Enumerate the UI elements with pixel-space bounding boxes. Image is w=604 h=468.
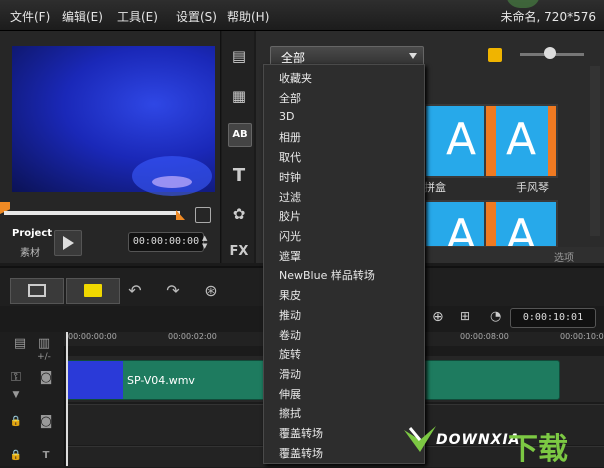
watermark-sub: 下载 xyxy=(508,432,568,467)
undo-icon[interactable]: ↶ xyxy=(124,281,146,301)
dropdown-item-all[interactable]: 全部 xyxy=(279,90,301,106)
transition-thumb-1-caption: 拼盒 xyxy=(424,181,446,194)
fit-timeline-icon[interactable]: ⊞ xyxy=(460,309,470,323)
dropdown-item-overlay-2[interactable]: 覆盖转场 xyxy=(279,445,323,461)
watermark-logo-top xyxy=(506,0,540,8)
dropdown-item-push[interactable]: 推动 xyxy=(279,307,301,323)
transition-thumb-2-caption: 手风琴 xyxy=(516,181,549,194)
dropdown-item-peel[interactable]: 果皮 xyxy=(279,287,301,303)
menu-file[interactable]: 文件(F) xyxy=(10,8,50,25)
dropdown-item-mask[interactable]: 遮罩 xyxy=(279,248,301,264)
chapter-icon[interactable]: ▥ xyxy=(34,336,54,352)
dropdown-item-favorites[interactable]: 收藏夹 xyxy=(279,70,312,86)
video-track-icon: ◙ xyxy=(39,370,53,385)
library-filter-select[interactable]: 全部 xyxy=(270,46,424,66)
timeline-view-button[interactable] xyxy=(66,278,120,304)
chevron-down-icon[interactable]: ▼ xyxy=(6,390,26,406)
library-scrollbar[interactable] xyxy=(590,66,600,236)
dropdown-item-wipe[interactable]: 擦拭 xyxy=(279,405,301,421)
track-header-panel: ▤ ▥ +/- ⚿ ◙ ▼ 🔒 ◙ 🔒 T xyxy=(0,332,65,466)
dropdown-item-3d[interactable]: 3D xyxy=(279,110,294,123)
timeline-icon xyxy=(84,284,102,297)
transition-thumb-2[interactable]: A xyxy=(484,104,558,178)
library-view-icon[interactable] xyxy=(488,48,502,62)
clip-mode-label[interactable]: 素材 xyxy=(20,244,40,259)
dropdown-item-newblue[interactable]: NewBlue 样品转场 xyxy=(279,267,375,283)
lock-icon[interactable]: 🔒 xyxy=(6,450,26,466)
project-mode-label[interactable]: Project xyxy=(12,228,52,239)
overlay-track-icon: ◙ xyxy=(39,414,53,429)
dropdown-item-filter[interactable]: 过滤 xyxy=(279,189,301,205)
title-icon[interactable]: T xyxy=(228,165,250,187)
transition-icon[interactable]: AB xyxy=(228,123,252,147)
menu-bar: 文件(F) 编辑(E) 工具(E) 设置(S) 帮助(H) 未命名, 720*5… xyxy=(0,0,604,31)
menu-settings[interactable]: 设置(S) xyxy=(176,8,217,25)
scrubber-bar[interactable] xyxy=(4,211,180,215)
watermark-logo xyxy=(404,426,436,452)
enlarge-preview-icon[interactable] xyxy=(195,207,211,223)
instant-project-icon[interactable]: ▦ xyxy=(228,85,250,107)
video-preview xyxy=(12,46,215,196)
library-filter-dropdown: 收藏夹 全部 3D 相册 取代 时钟 过滤 胶片 闪光 遮罩 NewBlue 样… xyxy=(263,64,425,464)
clock-icon[interactable]: ◔ xyxy=(490,309,501,324)
filter-icon[interactable]: FX xyxy=(228,241,250,263)
video-clip-name: SP-V04.wmv xyxy=(127,374,195,387)
library-category-bar: ▤ ▦ AB T ✿ FX xyxy=(222,31,254,263)
ruler-label: 00:00:00:00 xyxy=(68,332,117,341)
lock-icon[interactable]: 🔒 xyxy=(6,416,26,432)
thumbnail-size-slider-knob[interactable] xyxy=(544,47,556,59)
chevron-down-icon xyxy=(409,53,417,59)
menu-edit[interactable]: 编辑(E) xyxy=(62,8,103,25)
dropdown-item-slide[interactable]: 滑动 xyxy=(279,366,301,382)
ruler-label: 00:00:10:00 xyxy=(560,332,604,341)
storyboard-icon xyxy=(28,284,46,297)
media-icon[interactable]: ▤ xyxy=(228,45,250,67)
playhead[interactable] xyxy=(66,332,68,466)
project-info: 未命名, 720*576 xyxy=(500,10,596,24)
dropdown-item-album[interactable]: 相册 xyxy=(279,129,301,145)
player-timecode[interactable]: 00:00:00:00 xyxy=(128,232,204,252)
transition-thumb-4[interactable]: A xyxy=(484,200,558,248)
timeline-timecode[interactable]: 0:00:10:01 xyxy=(510,308,596,328)
storyboard-view-button[interactable] xyxy=(10,278,64,304)
ruler-label: 00:00:02:00 xyxy=(168,332,217,341)
record-icon[interactable]: ⊛ xyxy=(200,281,222,301)
dropdown-item-replace[interactable]: 取代 xyxy=(279,149,301,165)
redo-icon[interactable]: ↷ xyxy=(162,281,184,301)
dropdown-item-overlay-1[interactable]: 覆盖转场 xyxy=(279,425,323,441)
ruler-label: 00:00:08:00 xyxy=(460,332,509,341)
play-icon xyxy=(63,236,74,250)
dropdown-item-stretch[interactable]: 伸展 xyxy=(279,386,301,402)
zoom-in-icon[interactable]: ⊕ xyxy=(432,309,444,325)
add-track-icon[interactable]: +/- xyxy=(34,352,54,368)
dropdown-item-roll[interactable]: 卷动 xyxy=(279,327,301,343)
dropdown-item-film[interactable]: 胶片 xyxy=(279,208,301,224)
dropdown-item-flash[interactable]: 闪光 xyxy=(279,228,301,244)
title-track-icon: T xyxy=(42,450,50,461)
dropdown-item-rotate[interactable]: 旋转 xyxy=(279,346,301,362)
menu-help[interactable]: 帮助(H) xyxy=(227,8,269,25)
play-button[interactable] xyxy=(54,230,82,256)
timecode-spinner[interactable]: ▲ ▼ xyxy=(202,234,212,250)
menu-tools[interactable]: 工具(E) xyxy=(117,8,158,25)
ripple-icon[interactable]: ⚿ xyxy=(6,370,26,386)
graphic-icon[interactable]: ✿ xyxy=(228,203,250,225)
dropdown-item-clock[interactable]: 时钟 xyxy=(279,169,301,185)
library-footer xyxy=(426,247,604,263)
options-button[interactable]: 选项 xyxy=(554,249,574,264)
track-manager-icon[interactable]: ▤ xyxy=(10,336,30,352)
